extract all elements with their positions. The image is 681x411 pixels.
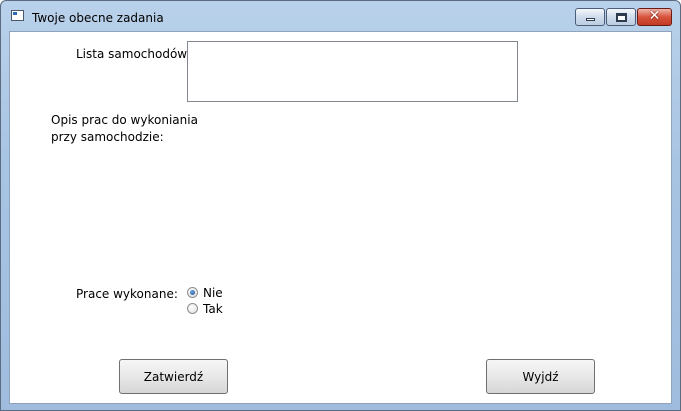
- works-done-label: Prace wykonane:: [76, 287, 178, 301]
- cars-list-label: Lista samochodów:: [76, 47, 191, 61]
- exit-button[interactable]: Wyjdź: [486, 359, 595, 394]
- radio-tak-label[interactable]: Tak: [203, 301, 223, 317]
- cars-listbox[interactable]: [187, 41, 518, 102]
- maximize-icon: [616, 13, 627, 22]
- description-label-line1: Opis prac do wykoniania: [51, 113, 198, 127]
- close-icon: ✕: [648, 8, 661, 24]
- radio-nie-button[interactable]: [187, 287, 198, 298]
- application-window: Twoje obecne zadania ✕ Lista samochodów:…: [0, 0, 681, 411]
- title-bar[interactable]: Twoje obecne zadania ✕: [1, 1, 680, 31]
- window-title: Twoje obecne zadania: [32, 11, 164, 25]
- description-label-line2: przy samochodzie:: [51, 130, 164, 144]
- app-window-icon: [11, 10, 24, 21]
- radio-tak-button[interactable]: [187, 303, 198, 314]
- maximize-button[interactable]: [606, 8, 636, 26]
- form-content: Lista samochodów: Opis prac do wykoniani…: [9, 31, 672, 404]
- close-button[interactable]: ✕: [637, 8, 672, 26]
- minimize-button[interactable]: [575, 8, 605, 26]
- minimize-icon: [586, 18, 595, 21]
- confirm-button[interactable]: Zatwierdź: [119, 359, 228, 394]
- radio-nie-label[interactable]: Nie: [203, 285, 223, 301]
